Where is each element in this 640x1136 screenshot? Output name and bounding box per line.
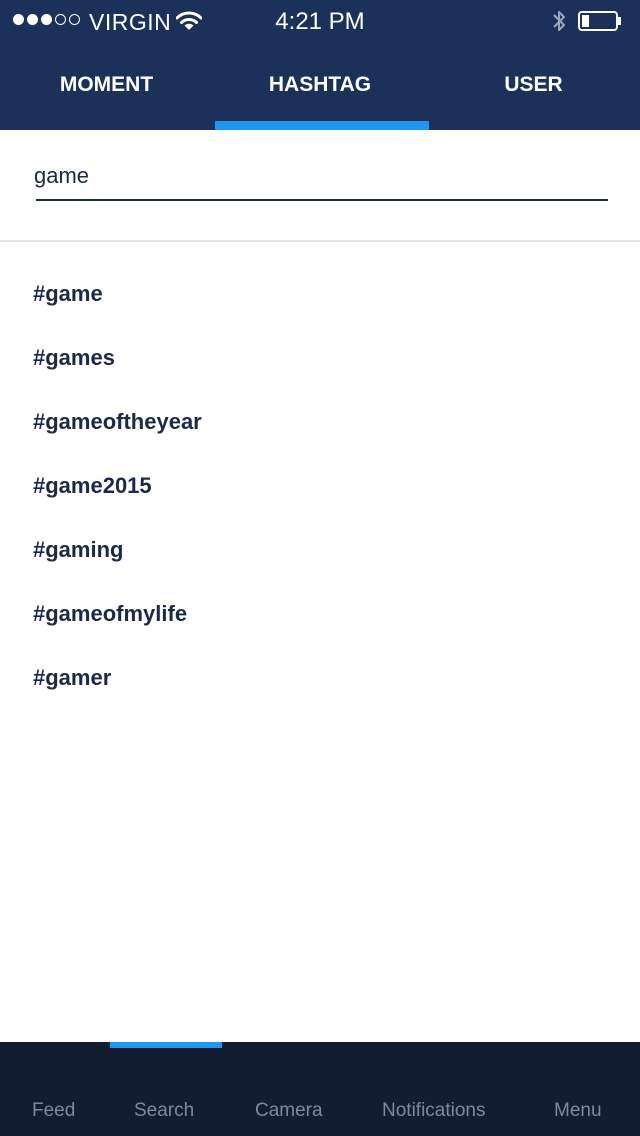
hashtag-results-list: #game #games #gameoftheyear #game2015 #g…	[0, 262, 640, 710]
active-nav-indicator	[110, 1042, 222, 1048]
search-underline	[36, 199, 608, 201]
nav-camera[interactable]: Camera	[255, 1100, 323, 1122]
bottom-nav: Feed Search Camera Notifications Menu	[0, 1042, 640, 1136]
hashtag-result-item[interactable]: #game	[0, 262, 640, 326]
nav-menu[interactable]: Menu	[554, 1100, 602, 1122]
tab-hashtag[interactable]: HASHTAG	[213, 42, 427, 130]
bluetooth-icon	[553, 11, 565, 31]
tab-user[interactable]: USER	[427, 42, 640, 130]
nav-search[interactable]: Search	[134, 1100, 194, 1122]
header: VIRGIN 4:21 PM MOMENT HASHTAG USER	[0, 0, 640, 130]
status-bar: VIRGIN 4:21 PM	[0, 0, 640, 42]
hashtag-result-item[interactable]: #gameofmylife	[0, 582, 640, 646]
tab-moment[interactable]: MOMENT	[0, 42, 213, 130]
active-tab-indicator	[215, 121, 429, 130]
nav-notifications[interactable]: Notifications	[382, 1100, 486, 1122]
hashtag-result-item[interactable]: #gaming	[0, 518, 640, 582]
search-area	[0, 130, 640, 242]
battery-icon	[578, 11, 621, 31]
nav-feed[interactable]: Feed	[32, 1100, 75, 1122]
hashtag-result-item[interactable]: #gameoftheyear	[0, 390, 640, 454]
hashtag-result-item[interactable]: #game2015	[0, 454, 640, 518]
tab-bar: MOMENT HASHTAG USER	[0, 42, 640, 130]
status-time: 4:21 PM	[275, 8, 365, 35]
hashtag-result-item[interactable]: #gamer	[0, 646, 640, 710]
search-input[interactable]	[34, 154, 606, 198]
hashtag-result-item[interactable]: #games	[0, 326, 640, 390]
